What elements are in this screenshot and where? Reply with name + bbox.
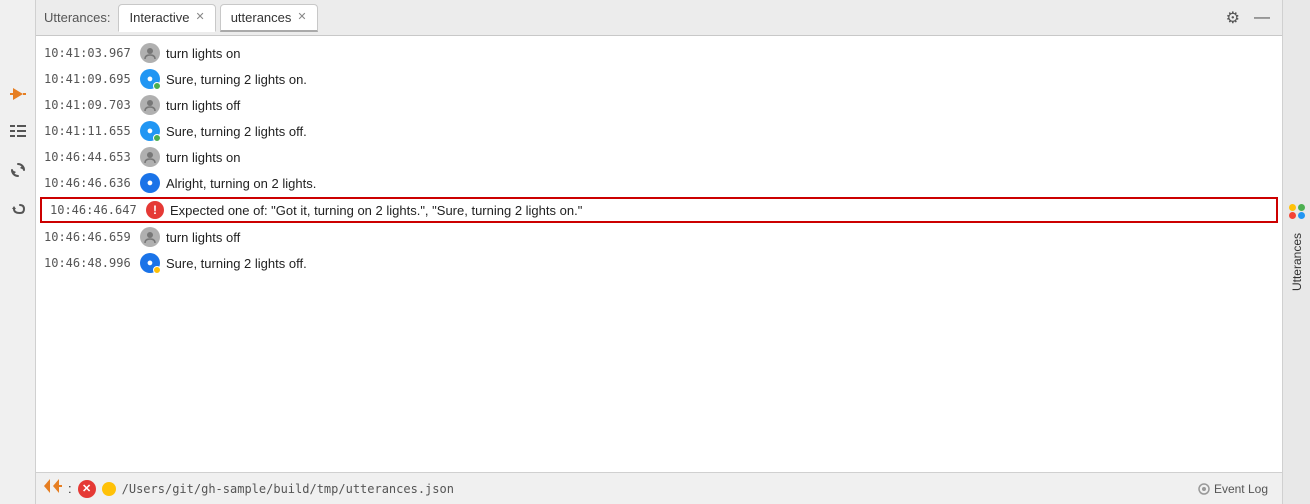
error-icon: ! <box>146 201 164 219</box>
footer-error-badge: ✕ <box>78 480 96 498</box>
event-log-button[interactable]: Event Log <box>1192 480 1274 498</box>
footer-path: /Users/git/gh-sample/build/tmp/utterance… <box>122 482 454 496</box>
right-sidebar-icon <box>1289 204 1305 219</box>
timestamp: 10:46:46.636 <box>44 176 134 190</box>
utterances-prefix: Utterances: <box>44 10 110 25</box>
log-text: turn lights off <box>166 230 1274 245</box>
footer-status-dot <box>102 482 116 496</box>
assistant-avatar: ● <box>140 173 160 193</box>
log-row: 10:41:11.655 ● Sure, turning 2 lights of… <box>36 118 1282 144</box>
status-dot <box>153 82 161 90</box>
user-avatar <box>140 43 160 63</box>
timestamp: 10:46:46.659 <box>44 230 134 244</box>
timestamp: 10:41:09.695 <box>44 72 134 86</box>
footer-bar: : ✕ /Users/git/gh-sample/build/tmp/utter… <box>36 472 1282 504</box>
log-text: turn lights on <box>166 46 1274 61</box>
user-avatar <box>140 95 160 115</box>
error-text: Expected one of: "Got it, turning on 2 l… <box>170 203 1268 218</box>
log-text: turn lights on <box>166 150 1274 165</box>
log-text: turn lights off <box>166 98 1274 113</box>
footer-colon: : <box>68 481 72 496</box>
left-sidebar <box>0 0 36 504</box>
tab-interactive-close[interactable]: ✕ <box>195 12 204 23</box>
log-row: 10:46:46.636 ● Alright, turning on 2 lig… <box>36 170 1282 196</box>
tab-utterances-close[interactable]: ✕ <box>297 12 306 23</box>
log-text: Sure, turning 2 lights off. <box>166 124 1274 139</box>
gear-button[interactable]: ⚙ <box>1222 6 1244 30</box>
tab-bar-actions: ⚙ — <box>1222 6 1274 30</box>
undo-icon[interactable] <box>4 194 32 222</box>
event-log-label: Event Log <box>1214 482 1268 496</box>
right-sidebar-label[interactable]: Utterances <box>1286 225 1308 299</box>
log-row: 10:46:46.659 turn lights off <box>36 224 1282 250</box>
tab-bar: Utterances: Interactive ✕ utterances ✕ ⚙… <box>36 0 1282 36</box>
timestamp: 10:46:48.996 <box>44 256 134 270</box>
timestamp: 10:41:03.967 <box>44 46 134 60</box>
assistant-avatar: ● <box>140 253 160 273</box>
user-avatar <box>140 227 160 247</box>
assistant-avatar: ● <box>140 69 160 89</box>
play-icon[interactable] <box>4 80 32 108</box>
log-row: 10:46:44.653 turn lights on <box>36 144 1282 170</box>
minimize-button[interactable]: — <box>1250 7 1274 29</box>
right-sidebar[interactable]: Utterances <box>1282 0 1310 504</box>
tab-interactive-label: Interactive <box>129 10 189 25</box>
log-text: Sure, turning 2 lights on. <box>166 72 1274 87</box>
main-area: Utterances: Interactive ✕ utterances ✕ ⚙… <box>36 0 1282 504</box>
error-log-row: 10:46:46.647 ! Expected one of: "Got it,… <box>40 197 1278 223</box>
timestamp: 10:41:09.703 <box>44 98 134 112</box>
log-text: Sure, turning 2 lights off. <box>166 256 1274 271</box>
log-text: Alright, turning on 2 lights. <box>166 176 1274 191</box>
user-avatar <box>140 147 160 167</box>
status-dot <box>153 266 161 274</box>
status-dot <box>153 134 161 142</box>
refresh-icon[interactable] <box>4 156 32 184</box>
tab-interactive[interactable]: Interactive ✕ <box>118 4 215 32</box>
tab-utterances[interactable]: utterances ✕ <box>220 4 318 32</box>
timestamp: 10:41:11.655 <box>44 124 134 138</box>
content-area[interactable]: 10:41:03.967 turn lights on 10:41:09.695… <box>36 36 1282 472</box>
timestamp: 10:46:46.647 <box>50 203 140 217</box>
footer-play-icon[interactable] <box>44 479 62 498</box>
timestamp: 10:46:44.653 <box>44 150 134 164</box>
assistant-avatar: ● <box>140 121 160 141</box>
log-row: 10:41:09.703 turn lights off <box>36 92 1282 118</box>
list-icon[interactable] <box>4 118 32 146</box>
log-row: 10:41:03.967 turn lights on <box>36 40 1282 66</box>
log-row: 10:41:09.695 ● Sure, turning 2 lights on… <box>36 66 1282 92</box>
tab-utterances-label: utterances <box>231 10 292 25</box>
log-row: 10:46:48.996 ● Sure, turning 2 lights of… <box>36 250 1282 276</box>
